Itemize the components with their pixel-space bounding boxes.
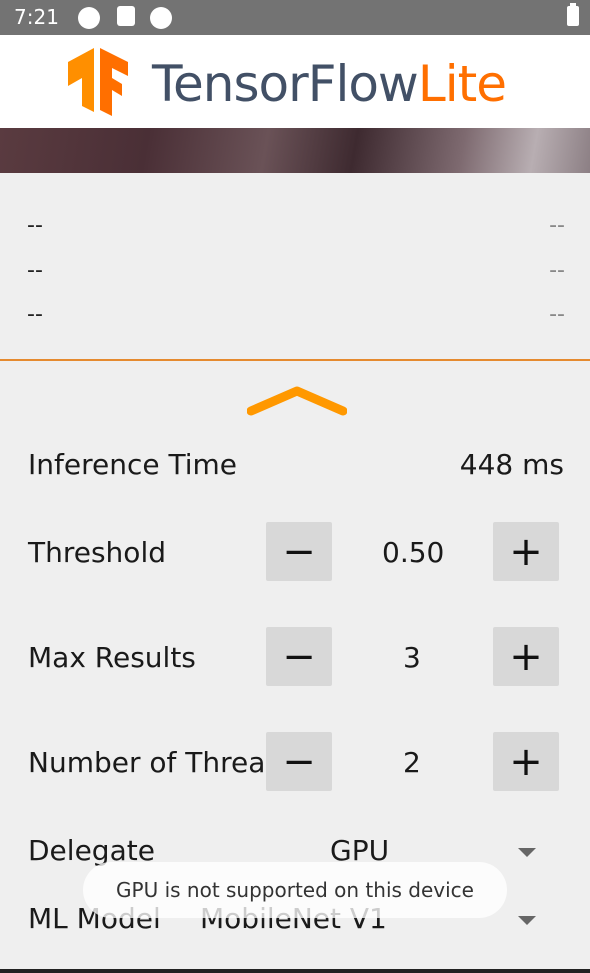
threshold-value: 0.50	[382, 536, 445, 569]
threshold-row: Threshold − 0.50 +	[28, 522, 564, 582]
max-results-label: Max Results	[28, 641, 196, 674]
threads-label: Number of Threads	[28, 746, 268, 779]
app-logo-text: TensorFlowLite	[152, 55, 507, 113]
logo-text-accent: Lite	[417, 55, 507, 113]
max-results-minus-button[interactable]: −	[266, 627, 332, 686]
logo-text-main: TensorFlow	[152, 55, 419, 113]
result-row: -- --	[27, 258, 565, 298]
result-label: --	[27, 213, 43, 238]
threshold-plus-button[interactable]: +	[493, 522, 559, 581]
result-score: --	[549, 213, 565, 238]
toast-message: GPU is not supported on this device	[83, 862, 507, 918]
inference-time-row: Inference Time 448 ms	[28, 440, 564, 500]
max-results-row: Max Results − 3 +	[28, 627, 564, 687]
result-score: --	[549, 258, 565, 283]
result-score: --	[549, 302, 565, 327]
app-toolbar: TensorFlowLite	[0, 35, 590, 128]
chevron-up-icon[interactable]	[247, 385, 347, 420]
inference-time-value: 448 ms	[459, 448, 564, 481]
dropdown-arrow-icon	[518, 848, 536, 857]
bottom-edge	[0, 969, 590, 973]
battery-icon	[567, 3, 579, 26]
status-bar: 7:21	[0, 0, 590, 35]
tensorflow-logo-icon	[68, 48, 128, 116]
result-row: -- --	[27, 213, 565, 253]
threads-value: 2	[403, 746, 421, 779]
result-label: --	[27, 302, 43, 327]
result-label: --	[27, 258, 43, 283]
threshold-minus-button[interactable]: −	[266, 522, 332, 581]
results-panel: -- -- -- -- -- --	[0, 173, 590, 361]
threads-row: Number of Threads − 2 +	[28, 732, 564, 792]
notification-icon	[150, 7, 172, 29]
threshold-label: Threshold	[28, 536, 166, 569]
camera-preview	[0, 128, 590, 173]
notification-icon	[78, 7, 100, 29]
sd-card-icon	[117, 6, 135, 26]
max-results-plus-button[interactable]: +	[493, 627, 559, 686]
max-results-value: 3	[403, 641, 421, 674]
result-row: -- --	[27, 302, 565, 342]
inference-time-label: Inference Time	[28, 448, 238, 481]
status-time: 7:21	[14, 5, 59, 29]
threads-plus-button[interactable]: +	[493, 732, 559, 791]
dropdown-arrow-icon	[518, 916, 536, 925]
threads-minus-button[interactable]: −	[266, 732, 332, 791]
